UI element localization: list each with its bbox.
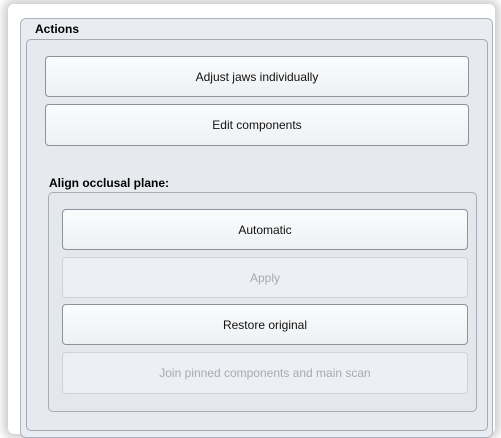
restore-original-button[interactable]: Restore original <box>62 304 468 345</box>
apply-button[interactable]: Apply <box>62 257 468 298</box>
edit-components-button[interactable]: Edit components <box>45 104 469 146</box>
actions-panel-title: Actions <box>35 22 80 36</box>
join-pinned-components-button[interactable]: Join pinned components and main scan <box>62 352 468 394</box>
align-occlusal-plane-title: Align occlusal plane: <box>49 176 170 190</box>
adjust-jaws-individually-button[interactable]: Adjust jaws individually <box>45 56 469 97</box>
automatic-button[interactable]: Automatic <box>62 209 468 250</box>
